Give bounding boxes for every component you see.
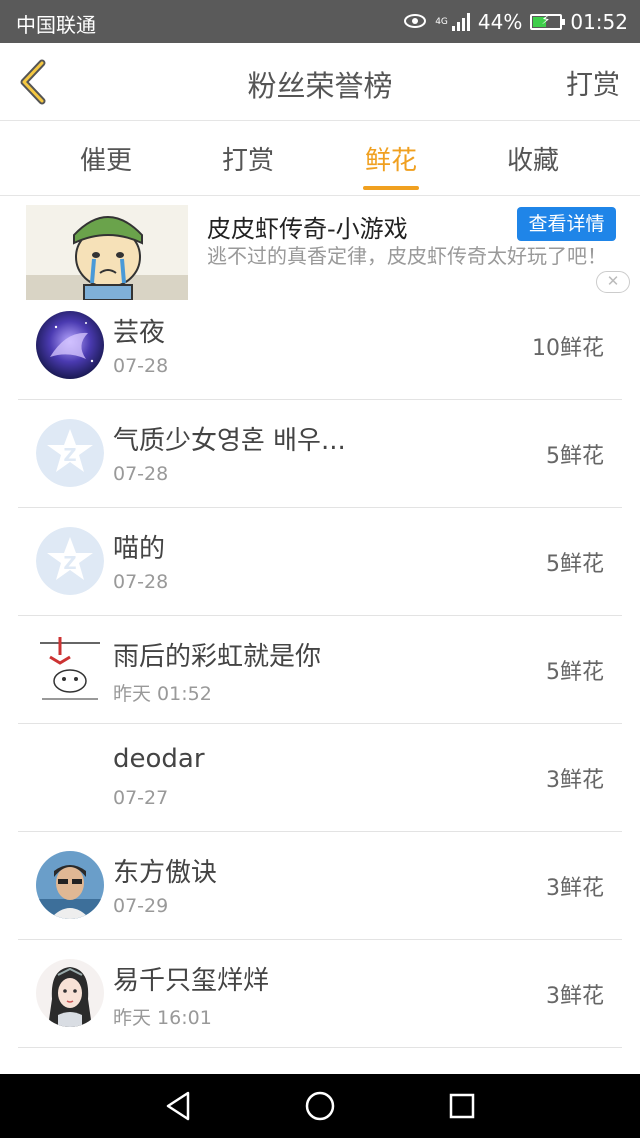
status-icons: 4G 44% ⚡ 01:52	[403, 8, 628, 36]
flower-count: 5鲜花	[546, 660, 604, 685]
tab-active-indicator	[363, 186, 419, 190]
close-icon[interactable]: ✕	[596, 271, 630, 293]
default-qq-avatar: Z	[36, 527, 104, 595]
fan-name: 芸夜	[113, 318, 166, 348]
network-type: 4G	[435, 16, 448, 27]
page-title: 粉丝荣誉榜	[247, 69, 393, 103]
back-triangle-icon[interactable]	[160, 1088, 196, 1124]
galaxy-avatar	[36, 311, 104, 379]
home-circle-icon[interactable]	[302, 1088, 338, 1124]
flower-count: 3鲜花	[546, 876, 604, 901]
photo-avatar	[36, 851, 104, 919]
list-item[interactable]: 易千只玺烊烊 昨天 16:01 3鲜花	[0, 940, 640, 1048]
anime-avatar	[36, 959, 104, 1027]
eye-icon	[403, 10, 427, 34]
list-item[interactable]: Z 气质少女영혼 배우... 07-28 5鲜花	[0, 400, 640, 508]
default-qq-avatar: Z	[36, 419, 104, 487]
battery-charging-icon: ⚡	[530, 13, 566, 30]
battery-percent: 44%	[477, 10, 523, 34]
signal-icon	[451, 13, 470, 31]
tab-urge[interactable]: 催更	[51, 140, 161, 177]
fan-name: deodar	[113, 744, 205, 774]
ad-banner[interactable]: 皮皮虾传奇-小游戏 查看详情 逃不过的真香定律，皮皮虾传奇太好玩了吧！ ✕	[0, 197, 640, 302]
recents-square-icon[interactable]	[444, 1088, 480, 1124]
tab-bar: 催更 打赏 鲜花 收藏	[0, 122, 640, 196]
reward-button[interactable]: 打赏	[566, 63, 620, 102]
ad-description: 逃不过的真香定律，皮皮虾传奇太好玩了吧！	[207, 244, 607, 268]
clock: 01:52	[570, 10, 628, 34]
ad-thumbnail	[26, 205, 188, 300]
fan-date: 昨天 01:52	[113, 683, 212, 705]
divider	[18, 1047, 622, 1048]
svg-text:Z: Z	[63, 445, 76, 466]
flower-count: 3鲜花	[546, 768, 604, 793]
fan-date: 07-28	[113, 463, 169, 485]
ad-title: 皮皮虾传奇-小游戏	[207, 215, 408, 243]
view-details-button[interactable]: 查看详情	[517, 207, 616, 241]
fan-name: 喵的	[113, 534, 166, 564]
tab-flowers[interactable]: 鲜花	[336, 140, 446, 177]
flower-count: 3鲜花	[546, 984, 604, 1009]
carrier-label: 中国联通	[16, 13, 96, 37]
list-item[interactable]: deodar 07-27 3鲜花	[0, 724, 640, 832]
blank-avatar	[36, 743, 104, 811]
status-bar: 中国联通 4G 44% ⚡ 01:52	[0, 0, 640, 43]
flower-count: 10鲜花	[532, 336, 604, 361]
sketch-avatar	[36, 635, 104, 703]
flower-count: 5鲜花	[546, 552, 604, 577]
svg-text:Z: Z	[63, 553, 76, 574]
list-item[interactable]: 雨后的彩虹就是你 昨天 01:52 5鲜花	[0, 616, 640, 724]
system-nav-bar	[0, 1074, 640, 1138]
fan-date: 07-27	[113, 787, 169, 809]
fan-date: 昨天 16:01	[113, 1007, 212, 1029]
fan-date: 07-28	[113, 571, 169, 593]
list-item[interactable]: 东方傲诀 07-29 3鲜花	[0, 832, 640, 940]
fan-name: 雨后的彩虹就是你	[113, 642, 322, 672]
list-item[interactable]: 芸夜 07-28 10鲜花	[0, 292, 640, 400]
fan-name: 气质少女영혼 배우...	[113, 426, 346, 456]
fan-list: 芸夜 07-28 10鲜花 Z 气质少女영혼 배우... 07-28 5鲜花 Z…	[0, 292, 640, 1048]
tab-reward[interactable]: 打赏	[193, 140, 303, 177]
tab-favorites[interactable]: 收藏	[478, 140, 588, 177]
list-item[interactable]: Z 喵的 07-28 5鲜花	[0, 508, 640, 616]
fan-date: 07-28	[113, 355, 169, 377]
fan-name: 东方傲诀	[113, 858, 218, 888]
header: 粉丝荣誉榜 打赏	[0, 43, 640, 121]
fan-name: 易千只玺烊烊	[113, 966, 270, 996]
fan-date: 07-29	[113, 895, 169, 917]
flower-count: 5鲜花	[546, 444, 604, 469]
